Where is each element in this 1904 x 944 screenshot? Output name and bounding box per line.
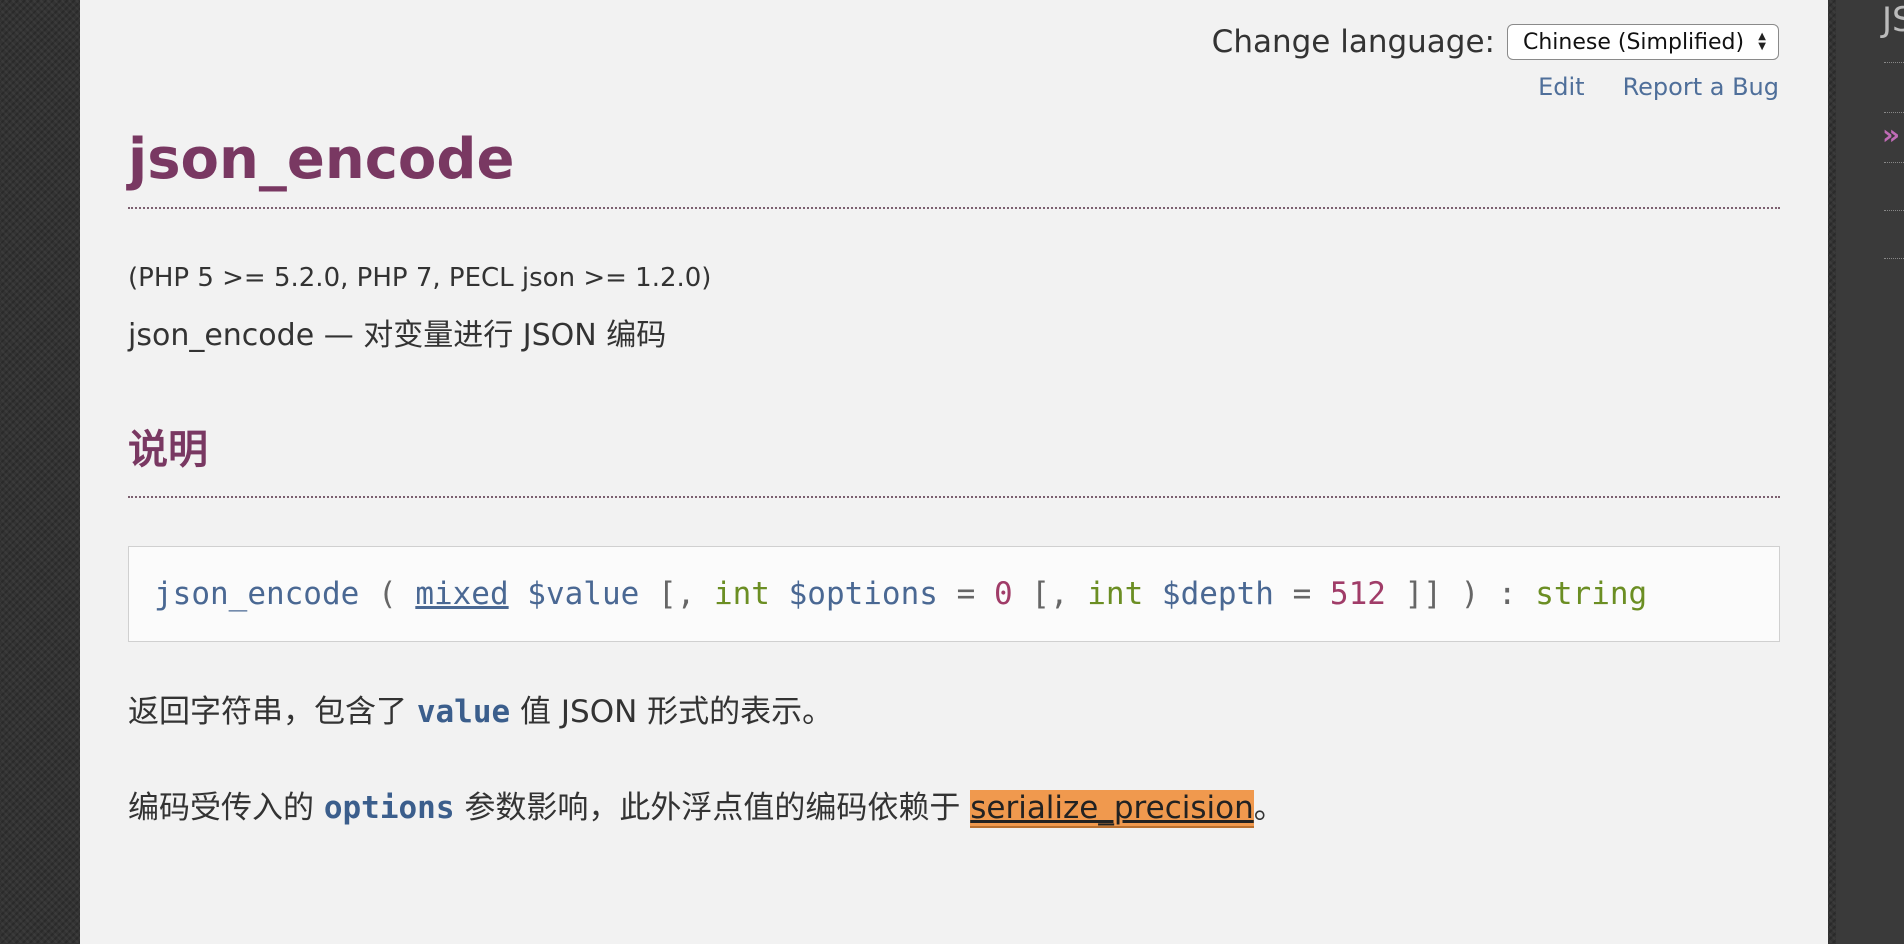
edit-links: Edit Report a Bug: [1538, 73, 1779, 101]
description-heading: 说明: [128, 427, 208, 473]
para1-text-after: 值 JSON 形式的表示。: [510, 694, 834, 730]
para1-code-value: value: [416, 694, 511, 730]
language-select-value: Chinese (Simplified): [1523, 29, 1745, 55]
title-divider: [128, 207, 1780, 209]
synopsis-equals-2: =: [1273, 576, 1330, 612]
return-description: 返回字符串，包含了 value 值 JSON 形式的表示。: [128, 686, 833, 731]
synopsis-optional-open-2: [,: [1012, 576, 1088, 612]
serialize-precision-link[interactable]: serialize_precision: [970, 790, 1254, 828]
language-select[interactable]: Chinese (Simplified) ▲ ▼: [1507, 24, 1779, 60]
synopsis-default-options: 0: [993, 576, 1013, 612]
synopsis-equals-1: =: [937, 576, 994, 612]
para2-code-options: options: [323, 790, 455, 826]
refname: json_encode — 对变量进行 JSON 编码: [128, 318, 667, 353]
para2-text-before: 编码受传入的: [128, 790, 324, 826]
synopsis-type-int-1: int: [713, 576, 770, 612]
synopsis-return-type: string: [1535, 576, 1648, 612]
sidebar-divider: [1884, 112, 1904, 113]
select-arrows-icon: ▲ ▼: [1758, 31, 1766, 52]
synopsis-method-name[interactable]: json_encode: [154, 576, 359, 612]
para1-text-before: 返回字符串，包含了: [128, 694, 417, 730]
synopsis-type-mixed[interactable]: mixed: [415, 576, 508, 612]
synopsis-close: ]] ) :: [1385, 576, 1536, 612]
synopsis-param-depth: $depth: [1143, 576, 1274, 612]
sidebar-divider: [1884, 210, 1904, 211]
edit-link[interactable]: Edit: [1538, 73, 1584, 101]
change-language-label: Change language:: [1211, 24, 1495, 60]
version-info: (PHP 5 >= 5.2.0, PHP 7, PECL json >= 1.2…: [128, 263, 712, 293]
synopsis-type-int-2: int: [1087, 576, 1144, 612]
synopsis-optional-open-1: [,: [639, 576, 714, 612]
sidebar-divider: [1884, 162, 1904, 163]
right-sidebar: JS »: [1836, 0, 1904, 944]
sidebar-current-marker-icon: »: [1882, 118, 1901, 151]
page-title: json_encode: [128, 127, 515, 192]
sidebar-divider: [1884, 62, 1904, 63]
sidebar-title-fragment: JS: [1882, 0, 1904, 40]
method-synopsis: json_encode ( mixed $value [, int $optio…: [128, 546, 1780, 642]
synopsis-param-value: $value: [508, 576, 640, 612]
options-description: 编码受传入的 options 参数影响，此外浮点值的编码依赖于 serializ…: [128, 782, 1285, 828]
synopsis-open-paren: (: [359, 576, 416, 612]
para2-text-after: 。: [1253, 790, 1285, 826]
synopsis-param-options: $options: [769, 576, 938, 612]
report-bug-link[interactable]: Report a Bug: [1623, 73, 1779, 101]
sidebar-divider: [1884, 258, 1904, 259]
main-content: Change language: Chinese (Simplified) ▲ ▼…: [80, 0, 1828, 944]
synopsis-default-depth: 512: [1329, 576, 1386, 612]
para2-text-middle: 参数影响，此外浮点值的编码依赖于: [454, 790, 971, 826]
change-language: Change language: Chinese (Simplified) ▲ ▼: [1212, 24, 1779, 60]
heading-divider: [128, 496, 1780, 498]
